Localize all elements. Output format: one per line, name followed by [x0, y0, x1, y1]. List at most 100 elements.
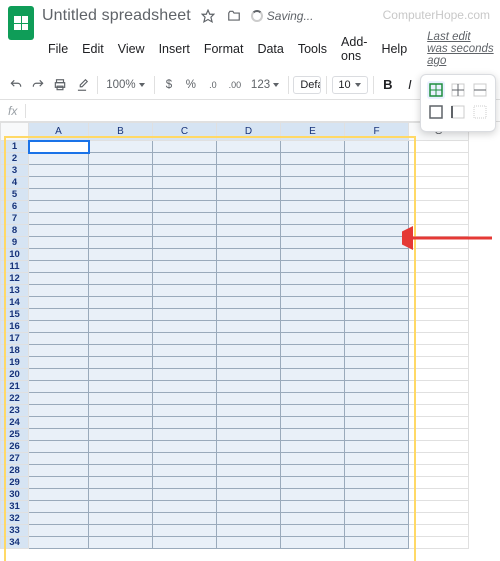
cell[interactable] [409, 513, 469, 525]
cell[interactable] [409, 273, 469, 285]
cell[interactable] [217, 465, 281, 477]
menu-file[interactable]: File [42, 39, 74, 59]
row-header[interactable]: 4 [1, 177, 29, 189]
cell[interactable] [29, 309, 89, 321]
cell[interactable] [153, 345, 217, 357]
cell[interactable] [217, 417, 281, 429]
cell[interactable] [217, 261, 281, 273]
cell[interactable] [217, 273, 281, 285]
cell[interactable] [409, 309, 469, 321]
menu-format[interactable]: Format [198, 39, 250, 59]
cell[interactable] [89, 405, 153, 417]
cell[interactable] [345, 285, 409, 297]
cell[interactable] [345, 201, 409, 213]
cell[interactable] [409, 405, 469, 417]
cell[interactable] [89, 309, 153, 321]
cell[interactable] [217, 225, 281, 237]
cell[interactable] [153, 297, 217, 309]
menu-edit[interactable]: Edit [76, 39, 110, 59]
move-icon[interactable] [225, 7, 243, 25]
column-header-B[interactable]: B [89, 123, 153, 141]
cell[interactable] [217, 141, 281, 153]
cell[interactable] [29, 165, 89, 177]
cell[interactable] [217, 513, 281, 525]
cell[interactable] [345, 189, 409, 201]
cell[interactable] [89, 453, 153, 465]
cell[interactable] [281, 345, 345, 357]
menu-insert[interactable]: Insert [153, 39, 196, 59]
cell[interactable] [29, 225, 89, 237]
cell[interactable] [281, 237, 345, 249]
cell[interactable] [217, 489, 281, 501]
cell[interactable] [409, 393, 469, 405]
cell[interactable] [153, 477, 217, 489]
cell[interactable] [153, 417, 217, 429]
cell[interactable] [89, 213, 153, 225]
cell[interactable] [153, 369, 217, 381]
cell[interactable] [153, 513, 217, 525]
menu-tools[interactable]: Tools [292, 39, 333, 59]
cell[interactable] [89, 357, 153, 369]
cell[interactable] [217, 441, 281, 453]
row-header[interactable]: 23 [1, 405, 29, 417]
zoom-select[interactable]: 100% [102, 79, 148, 91]
last-edit-link[interactable]: Last edit was seconds ago [421, 28, 500, 70]
cell[interactable] [89, 465, 153, 477]
redo-button[interactable] [28, 74, 48, 96]
cell[interactable] [345, 525, 409, 537]
row-header[interactable]: 6 [1, 201, 29, 213]
cell[interactable] [89, 285, 153, 297]
cell[interactable] [29, 189, 89, 201]
cell[interactable] [281, 321, 345, 333]
cell[interactable] [153, 489, 217, 501]
cell[interactable] [409, 477, 469, 489]
cell[interactable] [409, 501, 469, 513]
cell[interactable] [29, 489, 89, 501]
row-header[interactable]: 13 [1, 285, 29, 297]
cell[interactable] [409, 261, 469, 273]
row-header[interactable]: 14 [1, 297, 29, 309]
cell[interactable] [153, 525, 217, 537]
cell[interactable] [153, 405, 217, 417]
cell[interactable] [345, 393, 409, 405]
cell[interactable] [409, 177, 469, 189]
cell[interactable] [409, 321, 469, 333]
cell[interactable] [89, 141, 153, 153]
cell[interactable] [29, 177, 89, 189]
cell[interactable] [89, 513, 153, 525]
cell[interactable] [409, 441, 469, 453]
cell[interactable] [217, 525, 281, 537]
cell[interactable] [29, 249, 89, 261]
cell[interactable] [281, 165, 345, 177]
cell[interactable] [217, 213, 281, 225]
cell[interactable] [409, 249, 469, 261]
cell[interactable] [217, 201, 281, 213]
cell[interactable] [153, 429, 217, 441]
cell[interactable] [89, 237, 153, 249]
row-header[interactable]: 30 [1, 489, 29, 501]
cell[interactable] [29, 525, 89, 537]
cell[interactable] [217, 153, 281, 165]
increase-decimal-button[interactable]: .00 [225, 74, 245, 96]
cell[interactable] [153, 465, 217, 477]
cell[interactable] [409, 381, 469, 393]
cell[interactable] [281, 357, 345, 369]
cell[interactable] [153, 321, 217, 333]
cell[interactable] [29, 321, 89, 333]
select-all-corner[interactable] [1, 123, 29, 141]
cell[interactable] [29, 501, 89, 513]
cell[interactable] [153, 165, 217, 177]
cell[interactable] [29, 273, 89, 285]
cell[interactable] [345, 465, 409, 477]
border-left-button[interactable] [449, 103, 467, 121]
cell[interactable] [153, 201, 217, 213]
cell[interactable] [153, 213, 217, 225]
cell[interactable] [153, 381, 217, 393]
cell[interactable] [409, 189, 469, 201]
cell[interactable] [89, 393, 153, 405]
cell[interactable] [89, 261, 153, 273]
cell[interactable] [281, 153, 345, 165]
cell[interactable] [345, 273, 409, 285]
cell[interactable] [409, 489, 469, 501]
cell[interactable] [345, 489, 409, 501]
